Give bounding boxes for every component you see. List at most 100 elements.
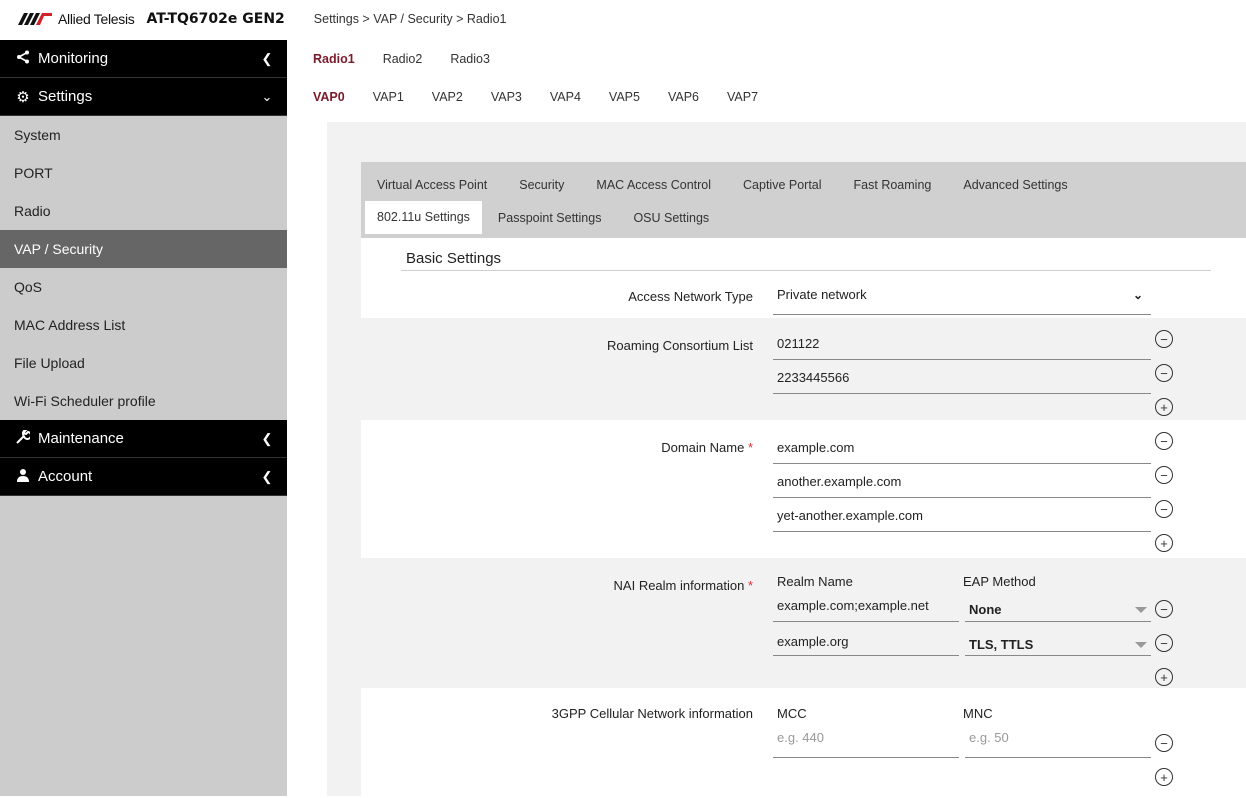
mcc-input[interactable]: e.g. 440: [773, 726, 959, 758]
remove-icon[interactable]: −: [1155, 734, 1173, 752]
sidebar-item-label: Settings: [38, 88, 93, 105]
row-nai-realm: NAI Realm information * Realm Name EAP M…: [361, 558, 1246, 688]
access-network-type-label: Access Network Type: [628, 289, 753, 304]
domain-name-label-text: Domain Name: [661, 440, 745, 455]
top-bar: Allied Telesis AT-TQ6702e GEN2 Settings …: [0, 0, 1246, 38]
row-access-network-type: Access Network Type Private network ⌄: [361, 271, 1246, 318]
row-3gpp-cellular: 3GPP Cellular Network information MCC MN…: [361, 688, 1246, 798]
sidebar-item-qos[interactable]: QoS: [0, 268, 287, 306]
tab-vap0[interactable]: VAP0: [299, 90, 359, 104]
tab-fast-roaming[interactable]: Fast Roaming: [838, 178, 948, 192]
sidebar-item-system[interactable]: System: [0, 116, 287, 154]
domain-name-input-2[interactable]: another.example.com: [773, 464, 1151, 498]
form-80211u: Basic Settings Access Network Type Priva…: [361, 238, 1246, 798]
tab-vap6[interactable]: VAP6: [654, 90, 713, 104]
chevron-left-icon: ❮: [261, 50, 273, 66]
user-icon: [14, 468, 32, 486]
nai-realm-label: NAI Realm information *: [361, 574, 773, 688]
sidebar-item-radio[interactable]: Radio: [0, 192, 287, 230]
tab-vap2[interactable]: VAP2: [418, 90, 477, 104]
remove-icon[interactable]: −: [1155, 364, 1173, 382]
sidebar-item-label: Monitoring: [38, 50, 109, 67]
eap-method-value: None: [969, 602, 1002, 617]
tab-osu-settings[interactable]: OSU Settings: [617, 211, 725, 225]
access-network-type-value: Private network: [777, 287, 867, 302]
row-roaming-consortium: Roaming Consortium List 021122 223344556…: [361, 318, 1246, 420]
logo-text: Allied Telesis: [58, 11, 135, 27]
remove-icon[interactable]: −: [1155, 600, 1173, 618]
add-icon[interactable]: +: [1155, 534, 1173, 552]
row-domain-name: Domain Name * example.com another.exampl…: [361, 420, 1246, 558]
mcc-header: MCC: [777, 706, 807, 721]
tab-vap3[interactable]: VAP3: [477, 90, 536, 104]
tab-security[interactable]: Security: [503, 178, 580, 192]
tab-captive-portal[interactable]: Captive Portal: [727, 178, 838, 192]
remove-icon[interactable]: −: [1155, 500, 1173, 518]
gear-icon: ⚙: [16, 88, 30, 106]
eap-method-value: TLS, TTLS: [969, 637, 1034, 652]
add-icon[interactable]: +: [1155, 668, 1173, 686]
tab-virtual-access-point[interactable]: Virtual Access Point: [361, 178, 503, 192]
remove-icon[interactable]: −: [1155, 466, 1173, 484]
tab-radio2[interactable]: Radio2: [369, 52, 437, 66]
roaming-consortium-input-1[interactable]: 021122: [773, 326, 1151, 360]
sub-tabs: Virtual Access Point Security MAC Access…: [361, 162, 1246, 238]
sidebar-item-maintenance[interactable]: Maintenance ❮: [0, 420, 287, 458]
chevron-left-icon: ❮: [261, 468, 273, 484]
mnc-input[interactable]: e.g. 50: [965, 726, 1151, 758]
access-network-type-select[interactable]: Private network ⌄: [773, 271, 1151, 315]
add-icon[interactable]: +: [1155, 768, 1173, 786]
brand-logo: Allied Telesis: [18, 11, 135, 27]
sidebar-item-account[interactable]: Account ❮: [0, 458, 287, 496]
nai-realm-label-text: NAI Realm information: [613, 578, 745, 593]
sidebar: Monitoring ❮ ⚙ Settings ⌄ System PORT Ra…: [0, 40, 287, 796]
realm-name-input-1[interactable]: example.com;example.net: [773, 594, 959, 622]
eap-method-select-1[interactable]: None: [965, 594, 1151, 622]
chevron-left-icon: ❮: [261, 430, 273, 446]
chevron-down-icon: ⌄: [261, 88, 273, 104]
remove-icon[interactable]: −: [1155, 432, 1173, 450]
domain-name-input-1[interactable]: example.com: [773, 430, 1151, 464]
tab-advanced-settings[interactable]: Advanced Settings: [947, 178, 1083, 192]
sidebar-item-port[interactable]: PORT: [0, 154, 287, 192]
dropdown-arrow-icon: [1135, 641, 1147, 648]
tab-mac-access-control[interactable]: MAC Access Control: [580, 178, 727, 192]
sidebar-item-file-upload[interactable]: File Upload: [0, 344, 287, 382]
sidebar-item-settings[interactable]: ⚙ Settings ⌄: [0, 78, 287, 116]
required-marker: *: [747, 578, 753, 593]
domain-name-input-3[interactable]: yet-another.example.com: [773, 498, 1151, 532]
share-icon: [14, 50, 32, 68]
eap-method-select-2[interactable]: TLS, TTLS: [965, 628, 1151, 656]
tab-radio3[interactable]: Radio3: [436, 52, 504, 66]
sidebar-item-monitoring[interactable]: Monitoring ❮: [0, 40, 287, 78]
roaming-consortium-input-2[interactable]: 2233445566: [773, 360, 1151, 394]
remove-icon[interactable]: −: [1155, 330, 1173, 348]
sidebar-item-label: Maintenance: [38, 430, 124, 447]
add-icon[interactable]: +: [1155, 398, 1173, 416]
tab-passpoint-settings[interactable]: Passpoint Settings: [482, 211, 618, 225]
tab-vap4[interactable]: VAP4: [536, 90, 595, 104]
allied-telesis-logo-icon: [18, 13, 52, 25]
sidebar-item-mac-address-list[interactable]: MAC Address List: [0, 306, 287, 344]
tab-80211u-settings[interactable]: 802.11u Settings: [365, 201, 482, 234]
breadcrumb: Settings > VAP / Security > Radio1: [313, 12, 507, 26]
device-model: AT-TQ6702e GEN2: [146, 11, 285, 27]
realm-name-header: Realm Name: [777, 574, 853, 589]
sidebar-item-vap-security[interactable]: VAP / Security: [0, 230, 287, 268]
eap-method-header: EAP Method: [963, 574, 1036, 589]
realm-name-input-2[interactable]: example.org: [773, 628, 959, 656]
vap-tabs: VAP0 VAP1 VAP2 VAP3 VAP4 VAP5 VAP6 VAP7: [299, 78, 1246, 116]
tab-radio1[interactable]: Radio1: [299, 52, 369, 66]
domain-name-label: Domain Name *: [361, 430, 773, 558]
remove-icon[interactable]: −: [1155, 634, 1173, 652]
cellular-label: 3GPP Cellular Network information: [551, 706, 753, 721]
dropdown-arrow-icon: [1135, 606, 1147, 613]
roaming-consortium-label: Roaming Consortium List: [607, 338, 753, 353]
tab-vap7[interactable]: VAP7: [713, 90, 772, 104]
required-marker: *: [747, 440, 753, 455]
sidebar-item-wifi-scheduler[interactable]: Wi-Fi Scheduler profile: [0, 382, 287, 420]
wrench-icon: [14, 428, 32, 448]
tab-vap5[interactable]: VAP5: [595, 90, 654, 104]
tab-vap1[interactable]: VAP1: [359, 90, 418, 104]
sidebar-item-label: Account: [38, 468, 93, 485]
